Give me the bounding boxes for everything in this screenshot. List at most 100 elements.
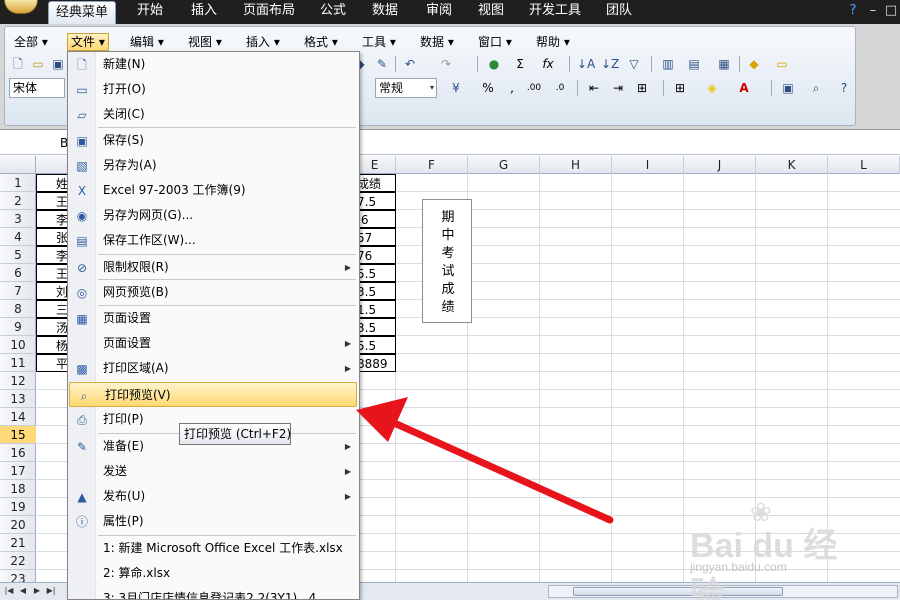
- name-cell[interactable]: 杨: [36, 336, 70, 354]
- row-header[interactable]: 15: [0, 426, 36, 444]
- row-header[interactable]: 14: [0, 408, 36, 426]
- menu-tools[interactable]: 工具 ▾: [359, 33, 399, 51]
- redo-icon[interactable]: ↷: [437, 55, 455, 73]
- menu-item[interactable]: 🗋 新建(N): [68, 52, 359, 77]
- next-sheet-icon[interactable]: ▶: [32, 585, 42, 597]
- name-cell[interactable]: 姓: [36, 174, 70, 192]
- pivot-icon[interactable]: ▤: [685, 55, 703, 73]
- column-header-e[interactable]: E: [354, 156, 396, 174]
- undo-icon[interactable]: ↶: [401, 55, 419, 73]
- menu-file[interactable]: 文件 ▾: [67, 33, 109, 51]
- row-header[interactable]: 22: [0, 552, 36, 570]
- column-header-j[interactable]: J: [684, 156, 756, 174]
- tab-home[interactable]: 开始: [126, 0, 174, 24]
- tab-classic-menu[interactable]: 经典菜单: [48, 1, 116, 25]
- office-button[interactable]: [4, 0, 38, 14]
- score-cell[interactable]: 3.5: [354, 282, 396, 300]
- name-cell[interactable]: 汤: [36, 318, 70, 336]
- row-header[interactable]: 23: [0, 570, 36, 582]
- merge-icon[interactable]: ⊞: [633, 79, 651, 97]
- row-header[interactable]: 7: [0, 282, 36, 300]
- row-header[interactable]: 13: [0, 390, 36, 408]
- menu-all[interactable]: 全部 ▾: [11, 33, 51, 51]
- grid-icon[interactable]: ▦: [715, 55, 733, 73]
- menu-format[interactable]: 格式 ▾: [301, 33, 341, 51]
- name-cell[interactable]: 三: [36, 300, 70, 318]
- column-header-k[interactable]: K: [756, 156, 828, 174]
- help-icon[interactable]: ?: [844, 2, 862, 20]
- comment-icon[interactable]: ▣: [779, 79, 797, 97]
- menu-item[interactable]: ⊘ 限制权限(R) ▶: [68, 255, 359, 280]
- menu-item[interactable]: ▣ 保存(S): [68, 128, 359, 153]
- autosum-icon[interactable]: Σ: [511, 55, 529, 73]
- name-cell[interactable]: 张: [36, 228, 70, 246]
- percent-icon[interactable]: %: [479, 79, 497, 97]
- menu-item[interactable]: ▦ 页面设置: [68, 306, 359, 331]
- row-header[interactable]: 5: [0, 246, 36, 264]
- tab-data[interactable]: 数据: [362, 0, 408, 24]
- save-icon[interactable]: ▣: [49, 55, 67, 73]
- tab-review[interactable]: 审阅: [416, 0, 462, 24]
- comma-icon[interactable]: ,: [503, 79, 521, 97]
- score-cell[interactable]: .6: [354, 210, 396, 228]
- menu-item[interactable]: ◉ 另存为网页(G)...: [68, 203, 359, 228]
- select-all-corner[interactable]: [0, 156, 36, 174]
- function-icon[interactable]: fx: [539, 55, 557, 73]
- tab-page-layout[interactable]: 页面布局: [236, 0, 302, 24]
- name-cell[interactable]: 王: [36, 264, 70, 282]
- menu-item[interactable]: ▲ 发布(U) ▶: [68, 484, 359, 509]
- menu-insert[interactable]: 插入 ▾: [243, 33, 283, 51]
- menu-data[interactable]: 数据 ▾: [417, 33, 457, 51]
- row-header[interactable]: 3: [0, 210, 36, 228]
- borders-icon[interactable]: ⊞: [671, 79, 689, 97]
- name-cell[interactable]: 李: [36, 246, 70, 264]
- row-header[interactable]: 18: [0, 480, 36, 498]
- row-header[interactable]: 20: [0, 516, 36, 534]
- help-circle-icon[interactable]: ?: [835, 79, 853, 97]
- column-header-i[interactable]: I: [612, 156, 684, 174]
- menu-item[interactable]: 页面设置 ▶: [68, 331, 359, 356]
- folder-icon[interactable]: ▭: [773, 55, 791, 73]
- row-header[interactable]: 16: [0, 444, 36, 462]
- decrease-decimal-icon[interactable]: .0: [551, 79, 569, 97]
- number-format-combo[interactable]: 常规 ▾: [375, 78, 437, 98]
- column-header-a[interactable]: [36, 156, 68, 174]
- menu-item[interactable]: ▩ 打印区域(A) ▶: [68, 356, 359, 381]
- score-cell[interactable]: 3.5: [354, 318, 396, 336]
- menu-help[interactable]: 帮助 ▾: [533, 33, 573, 51]
- score-cell[interactable]: 5.5: [354, 264, 396, 282]
- row-header[interactable]: 11: [0, 354, 36, 372]
- increase-indent-icon[interactable]: ⇥: [609, 79, 627, 97]
- tab-formulas[interactable]: 公式: [310, 0, 356, 24]
- prev-sheet-icon[interactable]: ◀: [18, 585, 28, 597]
- menu-item[interactable]: ▧ 另存为(A): [68, 153, 359, 178]
- menu-item[interactable]: ◎ 网页预览(B): [68, 280, 359, 305]
- row-header[interactable]: 4: [0, 228, 36, 246]
- score-cell[interactable]: 57: [354, 228, 396, 246]
- menu-item[interactable]: 1: 新建 Microsoft Office Excel 工作表.xlsx: [68, 536, 359, 561]
- score-cell[interactable]: 76: [354, 246, 396, 264]
- column-header-l[interactable]: L: [828, 156, 900, 174]
- menu-window[interactable]: 窗口 ▾: [475, 33, 515, 51]
- macro-icon[interactable]: ◆: [745, 55, 763, 73]
- row-header[interactable]: 17: [0, 462, 36, 480]
- score-cell[interactable]: 7.5: [354, 192, 396, 210]
- score-cell[interactable]: 成绩: [354, 174, 396, 192]
- tab-developer[interactable]: 开发工具: [522, 0, 588, 24]
- name-cell[interactable]: 王: [36, 192, 70, 210]
- menu-item[interactable]: 3: 3月门店店情信息登记表2.2(3Y1)...4: [68, 586, 359, 599]
- name-box[interactable]: B: [2, 134, 72, 152]
- sort-desc-icon[interactable]: ↓Z: [601, 55, 619, 73]
- currency-icon[interactable]: ¥: [447, 79, 465, 97]
- increase-decimal-icon[interactable]: .00: [525, 79, 543, 97]
- column-header-h[interactable]: H: [540, 156, 612, 174]
- zoom-icon[interactable]: ⌕: [807, 79, 825, 97]
- hyperlink-icon[interactable]: ●: [485, 55, 503, 73]
- font-color-icon[interactable]: A: [735, 79, 753, 97]
- row-header[interactable]: 9: [0, 318, 36, 336]
- column-header-f[interactable]: F: [396, 156, 468, 174]
- minimize-icon[interactable]: –: [864, 2, 882, 20]
- tab-team[interactable]: 团队: [596, 0, 642, 24]
- last-sheet-icon[interactable]: ▶|: [46, 585, 56, 597]
- name-cell[interactable]: 李: [36, 210, 70, 228]
